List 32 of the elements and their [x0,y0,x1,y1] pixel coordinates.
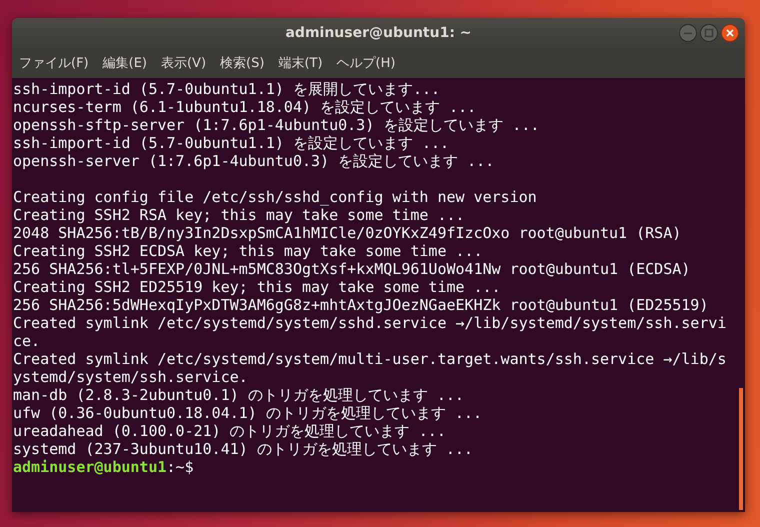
menu-item[interactable]: 編集(E) [102,54,147,72]
output-line: 256 SHA256:5dWHexqIyPxDTW3AM6gG8z+mhtAxtgJOezNGaeEKHZk root@ubuntu1 (ED25519) [13,296,708,314]
output-line: Creating SSH2 ED25519 key; this may take some time ... [13,278,501,296]
scrollbar-thumb[interactable] [739,388,743,510]
output-line: ncurses-term (6.1-1ubuntu1.18.04) を設定しています ... [13,98,476,116]
output-line: man-db (2.8.3-2ubuntu0.1) のトリガを処理しています ... [13,386,464,404]
menu-item[interactable]: ファイル(F) [19,54,89,72]
close-icon[interactable] [721,24,739,42]
output-line: openssh-server (1:7.6p1-4ubuntu0.3) を設定しています ... [13,152,494,170]
output-line: Creating SSH2 RSA key; this may take some time ... [13,206,465,224]
output-line: 2048 SHA256:tB/B/ny3In2DsxpSmCA1hMICle/0zOYKxZ49fIzcOxo root@ubuntu1 (RSA) [13,224,682,242]
menu-item[interactable]: 表示(V) [160,54,206,72]
output-line: openssh-sftp-server (1:7.6p1-4ubuntu0.3) を設定しています ... [13,116,540,134]
prompt-user-host: adminuser@ubuntu1 [13,458,167,476]
output-line: systemd (237-3ubuntu10.41) のトリガを処理しています ... [13,440,473,458]
output-line: Created symlink /etc/systemd/system/sshd.service →/lib/systemd/system/ssh.servi [13,314,726,332]
prompt-path: :~$ [166,458,194,476]
minimize-icon[interactable] [679,24,697,42]
output-line: Creating SSH2 ECDSA key; this may take some time ... [13,242,483,260]
output-line: ssh-import-id (5.7-0ubuntu1.1) を設定しています ... [13,134,450,152]
output-line: Creating config file /etc/ssh/sshd_config with new version [13,188,537,206]
output-line: ufw (0.36-0ubuntu0.18.04.1) のトリガを処理しています ... [13,404,482,422]
output-line: ssh-import-id (5.7-0ubuntu1.1) を展開しています... [13,80,440,98]
output-line: Created symlink /etc/systemd/system/multi-user.target.wants/ssh.service →/lib/s [13,350,726,368]
output-line: ce. [13,332,40,350]
menu-item[interactable]: ヘルプ(H) [336,54,396,72]
output-line: 256 SHA256:tl+5FEXP/0JNL+m5MC83OgtXsf+kxMQL961UoWo41Nw root@ubuntu1 (ECDSA) [13,260,690,278]
menu-item[interactable]: 検索(S) [220,54,264,72]
output-line: ureadahead (0.100.0-21) のトリガを処理しています ... [13,422,446,440]
menu-item[interactable]: 端末(T) [278,54,323,72]
window-title: adminuser@ubuntu1: ~ [285,25,472,41]
output-line: ystemd/system/ssh.service. [13,368,248,386]
